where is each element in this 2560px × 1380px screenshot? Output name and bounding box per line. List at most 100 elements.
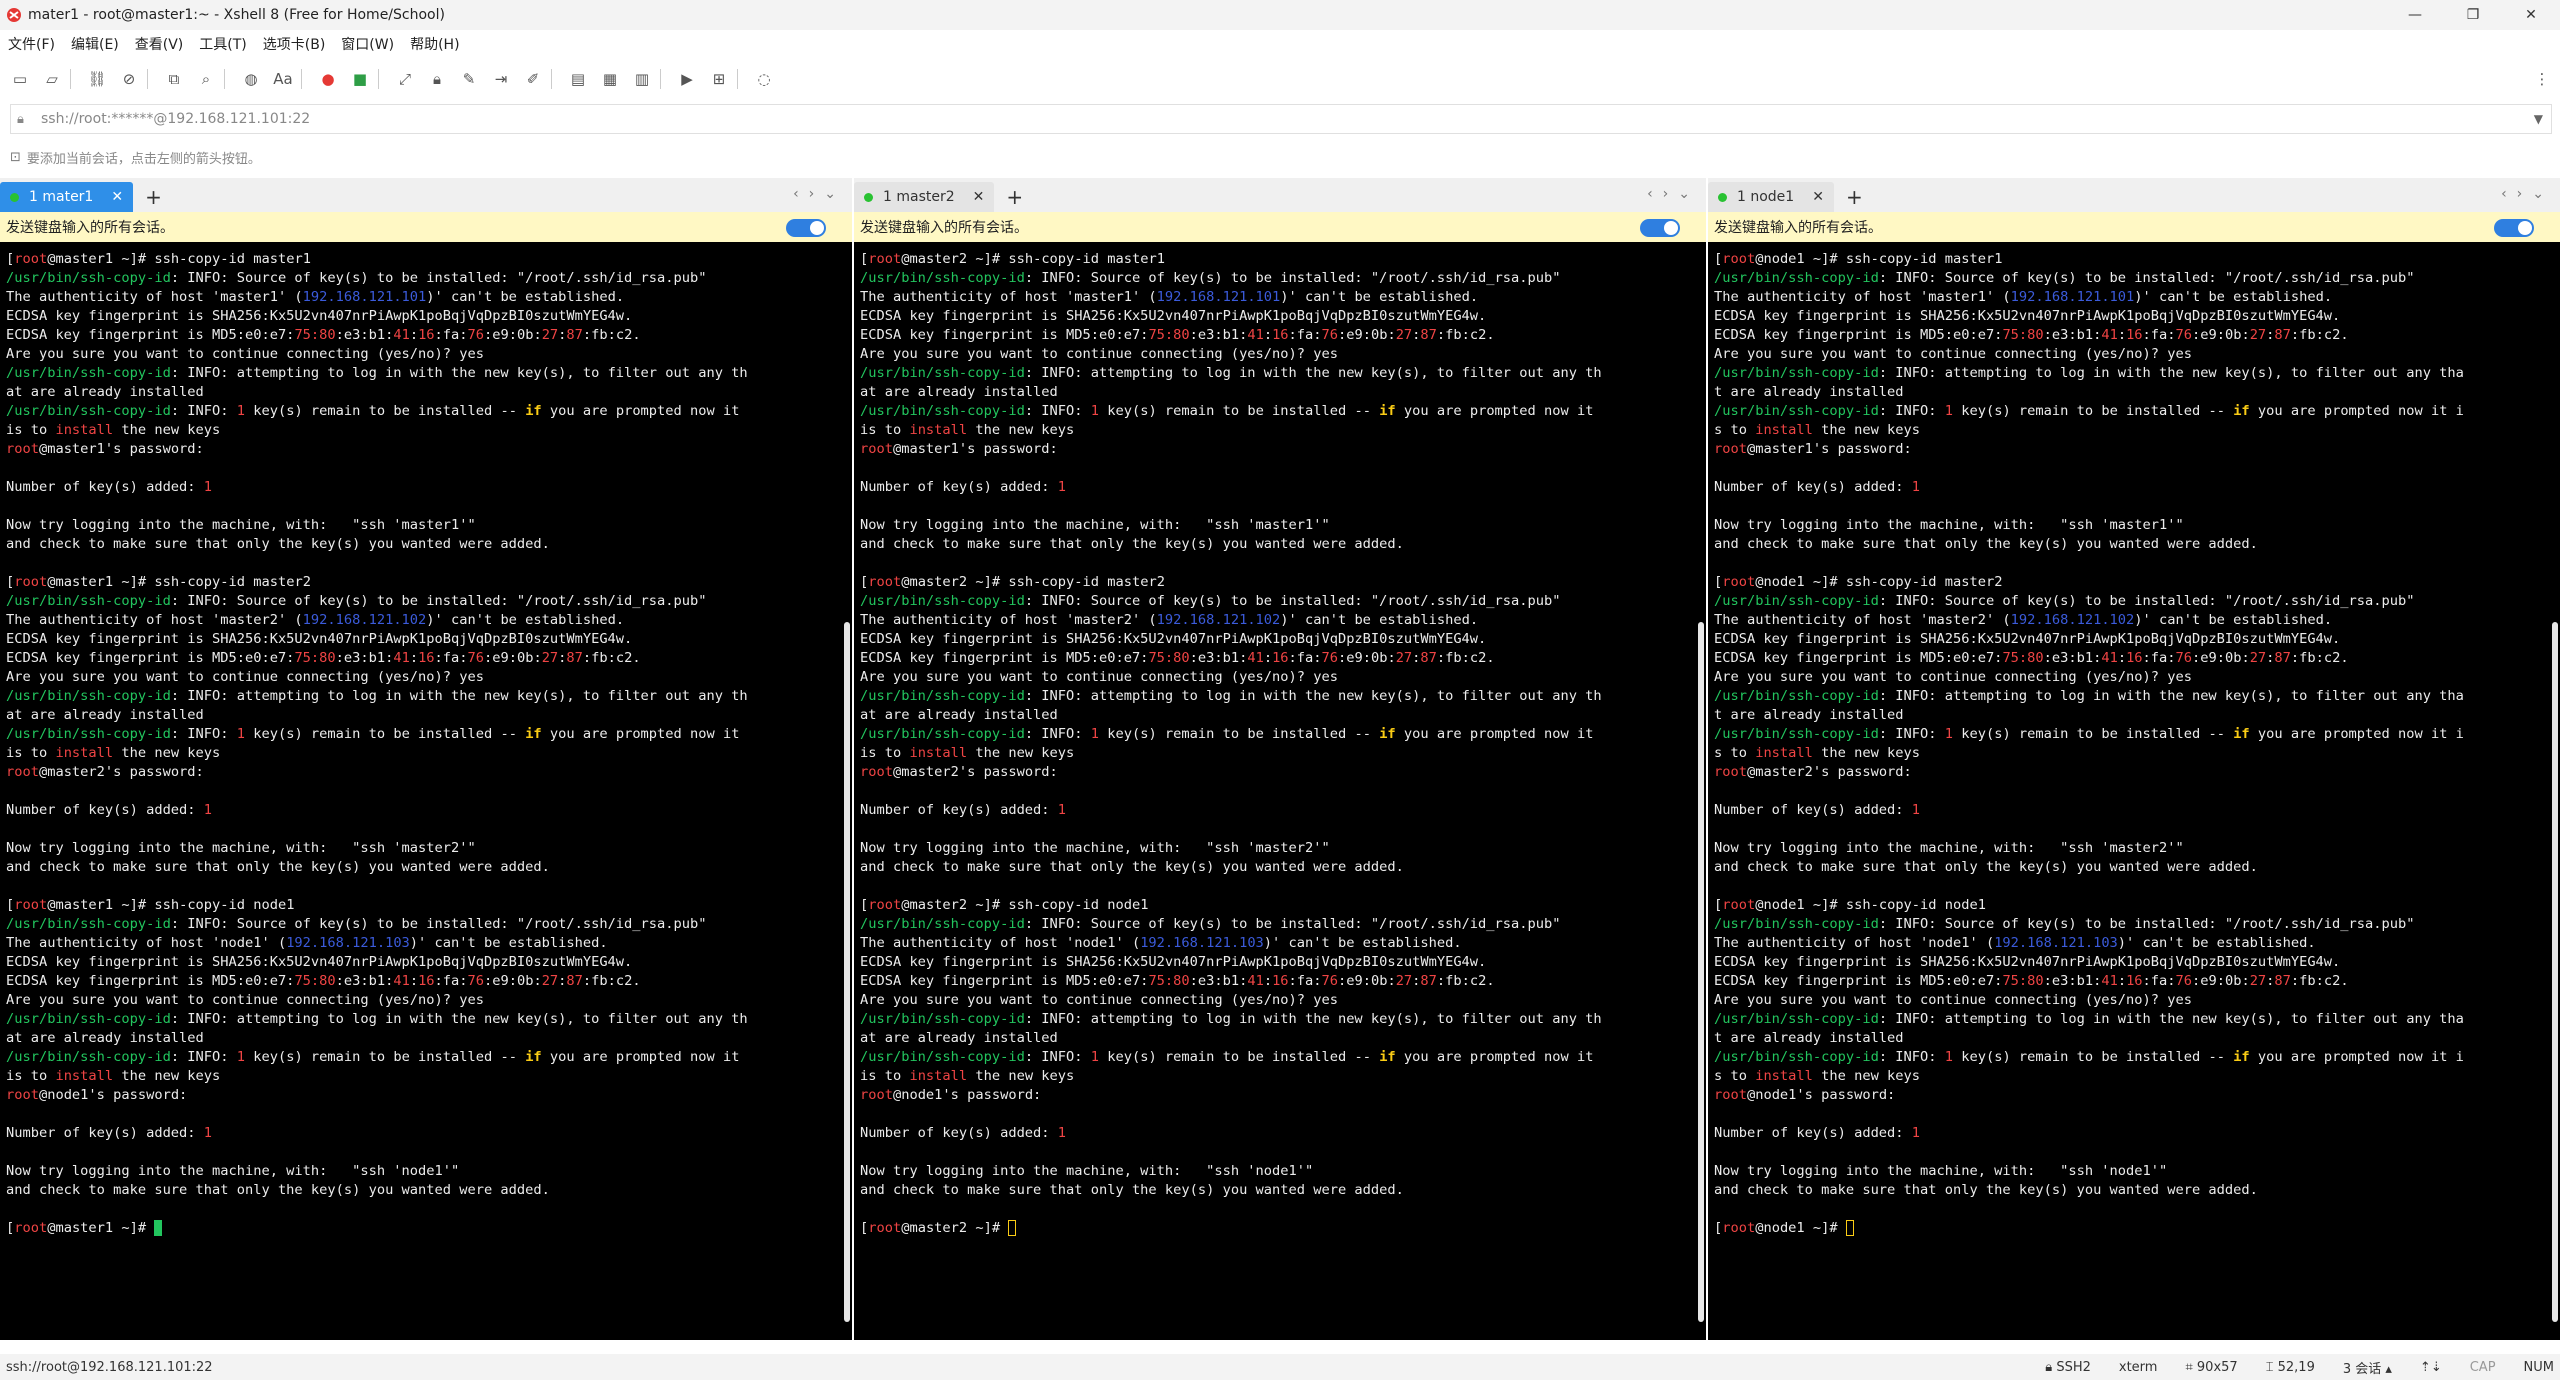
minimize-button[interactable]: — xyxy=(2386,0,2444,30)
terminal-line: ECDSA key fingerprint is SHA256:Kx5U2vn4… xyxy=(860,954,1487,970)
menu-window[interactable]: 窗口(W) xyxy=(333,34,402,54)
session-pane-node1: 1 node1 ✕ + ‹›⌄ 发送键盘输入的所有会话。 [root@node1 ~]# … xyxy=(1708,178,2560,1354)
terminal-line: Number of key(s) added: 1 xyxy=(6,1125,213,1141)
session-tab[interactable]: 1 node1 ✕ xyxy=(1708,182,1834,212)
terminal-line: [root@node1 ~]# ssh-copy-id master1 xyxy=(1714,251,2003,267)
terminal-output[interactable]: [root@node1 ~]# ssh-copy-id master1/usr/… xyxy=(1708,242,2560,1340)
session-tab[interactable]: 1 master2 ✕ xyxy=(854,182,995,212)
terminal-line: Are you sure you want to continue connec… xyxy=(1714,992,2192,1008)
terminal-line: Now try logging into the machine, with: … xyxy=(1714,517,2184,533)
terminal-scrollbar[interactable] xyxy=(1696,242,1704,1340)
address-bar[interactable]: 🔒︎ ssh://root:******@192.168.121.101:22 … xyxy=(10,104,2552,134)
disconnect-icon[interactable]: ⊘ xyxy=(117,67,141,91)
terminal-output[interactable]: [root@master1 ~]# ssh-copy-id master1/us… xyxy=(0,242,852,1340)
terminal-line: Now try logging into the machine, with: … xyxy=(6,840,476,856)
terminal-line: Number of key(s) added: 1 xyxy=(860,1125,1067,1141)
terminal-line: Now try logging into the machine, with: … xyxy=(6,1163,460,1179)
address-text[interactable]: ssh://root:******@192.168.121.101:22 xyxy=(41,111,310,127)
notes-icon[interactable]: ▥ xyxy=(630,67,654,91)
status-sessions[interactable]: 3 会话 ▴ xyxy=(2343,1358,2392,1377)
terminal-scrollbar[interactable] xyxy=(2550,242,2558,1340)
terminal-scrollbar[interactable] xyxy=(842,242,850,1340)
new-session-icon[interactable]: ▭ xyxy=(8,67,32,91)
session-tab[interactable]: 1 mater1 ✕ xyxy=(0,182,134,212)
scrollbar-thumb[interactable] xyxy=(844,622,850,1322)
toolbar-divider xyxy=(660,69,661,89)
close-window-button[interactable]: ✕ xyxy=(2502,0,2560,30)
terminal-line: at are already installed xyxy=(6,707,204,723)
more-options-icon[interactable]: ⋮ xyxy=(2530,67,2554,91)
xftp-icon[interactable]: ■ xyxy=(348,67,372,91)
terminal-line: [root@master2 ~]# xyxy=(860,1219,1700,1238)
terminal-line: root@master2's password: xyxy=(1714,764,1912,780)
tab-nav-arrows-icon[interactable]: ‹›⌄ xyxy=(1647,186,1700,202)
find-icon[interactable]: ⌕ xyxy=(194,67,218,91)
fullscreen-icon[interactable]: ⤢ xyxy=(393,67,417,91)
terminal-line: and check to make sure that only the key… xyxy=(860,859,1404,875)
terminal-line: and check to make sure that only the key… xyxy=(860,1182,1404,1198)
chat-icon[interactable]: ◌ xyxy=(752,67,776,91)
terminal-line: Now try logging into the machine, with: … xyxy=(860,840,1330,856)
copy-icon[interactable]: ⧉ xyxy=(162,67,186,91)
menu-view[interactable]: 查看(V) xyxy=(127,34,192,54)
terminal-line: and check to make sure that only the key… xyxy=(6,536,550,552)
layout-icon[interactable]: ⊞ xyxy=(707,67,731,91)
terminal-output[interactable]: [root@master2 ~]# ssh-copy-id master1/us… xyxy=(854,242,1706,1340)
menu-tab[interactable]: 选项卡(B) xyxy=(255,34,334,54)
connected-status-icon xyxy=(864,192,873,202)
terminal-line: at are already installed xyxy=(6,384,204,400)
send-to-all-toggle[interactable] xyxy=(2494,219,2534,237)
terminal-line: /usr/bin/ssh-copy-id: INFO: attempting t… xyxy=(860,1011,1602,1027)
terminal-line: is to install the new keys xyxy=(860,422,1075,438)
terminal-line: s to install the new keys xyxy=(1714,1068,1921,1084)
add-tab-icon[interactable]: + xyxy=(145,182,162,212)
menu-edit[interactable]: 编辑(E) xyxy=(63,34,127,54)
compose-icon[interactable]: ▤ xyxy=(566,67,590,91)
terminal-line: /usr/bin/ssh-copy-id: INFO: 1 key(s) rem… xyxy=(860,403,1594,419)
menu-tools[interactable]: 工具(T) xyxy=(191,34,254,54)
terminal-line: The authenticity of host 'master2' (192.… xyxy=(860,612,1479,628)
terminal-line: ECDSA key fingerprint is MD5:e0:e7:75:80… xyxy=(860,327,1495,343)
close-tab-icon[interactable]: ✕ xyxy=(1812,189,1824,205)
toolbar-divider xyxy=(70,69,71,89)
scrollbar-thumb[interactable] xyxy=(2552,622,2558,1322)
close-tab-icon[interactable]: ✕ xyxy=(973,189,985,205)
terminal-line: t are already installed xyxy=(1714,1030,1904,1046)
lock-icon[interactable]: 🔒︎ xyxy=(425,67,449,91)
compose-bar-icon[interactable]: ▦ xyxy=(598,67,622,91)
add-session-arrow-icon[interactable]: ⊡ xyxy=(10,150,21,165)
tab-nav-arrows-icon[interactable]: ‹›⌄ xyxy=(793,186,846,202)
send-to-all-toggle[interactable] xyxy=(1640,219,1680,237)
add-tab-icon[interactable]: + xyxy=(1006,182,1023,212)
menu-file[interactable]: 文件(F) xyxy=(0,34,63,54)
scrollbar-thumb[interactable] xyxy=(1698,622,1704,1322)
font-icon[interactable]: Aa xyxy=(271,67,295,91)
open-folder-icon[interactable]: ▱ xyxy=(40,67,64,91)
menu-help[interactable]: 帮助(H) xyxy=(402,34,467,54)
globe-icon[interactable]: ◍ xyxy=(239,67,263,91)
terminal-line: /usr/bin/ssh-copy-id: INFO: attempting t… xyxy=(6,688,748,704)
run-icon[interactable]: ▶ xyxy=(675,67,699,91)
terminal-line: Are you sure you want to continue connec… xyxy=(860,669,1338,685)
toolbar-divider xyxy=(737,69,738,89)
connect-icon[interactable]: ⛓ xyxy=(85,67,109,91)
send-to-all-toggle[interactable] xyxy=(786,219,826,237)
xshell-icon[interactable]: ● xyxy=(316,67,340,91)
close-tab-icon[interactable]: ✕ xyxy=(111,189,123,205)
highlight-icon[interactable]: ✐ xyxy=(521,67,545,91)
title-bar: mater1 - root@master1:~ - Xshell 8 (Free… xyxy=(0,0,2560,30)
script-icon[interactable]: ✎ xyxy=(457,67,481,91)
add-tab-icon[interactable]: + xyxy=(1846,182,1863,212)
status-arrows-icon[interactable]: ⇡⇣ xyxy=(2420,1360,2442,1375)
chevron-down-icon[interactable]: ▼ xyxy=(2534,112,2543,126)
maximize-button[interactable]: ❐ xyxy=(2444,0,2502,30)
transfer-icon[interactable]: ⇥ xyxy=(489,67,513,91)
terminal-line: The authenticity of host 'master2' (192.… xyxy=(6,612,625,628)
tab-nav-arrows-icon[interactable]: ‹›⌄ xyxy=(2501,186,2554,202)
